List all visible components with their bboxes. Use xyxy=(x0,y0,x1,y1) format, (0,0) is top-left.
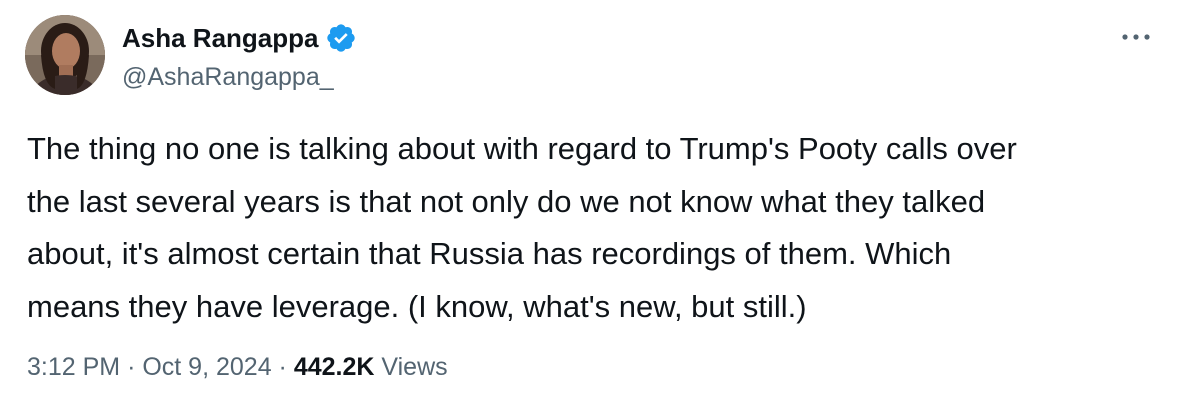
meta-separator: · xyxy=(127,353,136,381)
tweet-metadata: 3:12 PM · Oct 9, 2024 · 442.2K Views xyxy=(27,349,448,385)
tweet-card: Asha Rangappa @AshaRangappa_ The thing n… xyxy=(0,0,1180,400)
avatar-image xyxy=(25,15,105,95)
more-horizontal-icon[interactable] xyxy=(1118,22,1154,52)
author-name-row: Asha Rangappa xyxy=(122,20,357,56)
author-display-name[interactable]: Asha Rangappa xyxy=(122,20,319,56)
meta-separator: · xyxy=(278,353,287,381)
views-label: Views xyxy=(381,353,448,381)
tweet-time[interactable]: 3:12 PM xyxy=(27,353,120,381)
author-handle[interactable]: @AshaRangappa_ xyxy=(122,60,334,94)
views-count[interactable]: 442.2K xyxy=(294,353,375,381)
verified-badge-icon[interactable] xyxy=(325,22,357,54)
tweet-text: The thing no one is talking about with r… xyxy=(27,131,1017,324)
avatar[interactable] xyxy=(25,15,105,95)
tweet-date[interactable]: Oct 9, 2024 xyxy=(142,353,271,381)
